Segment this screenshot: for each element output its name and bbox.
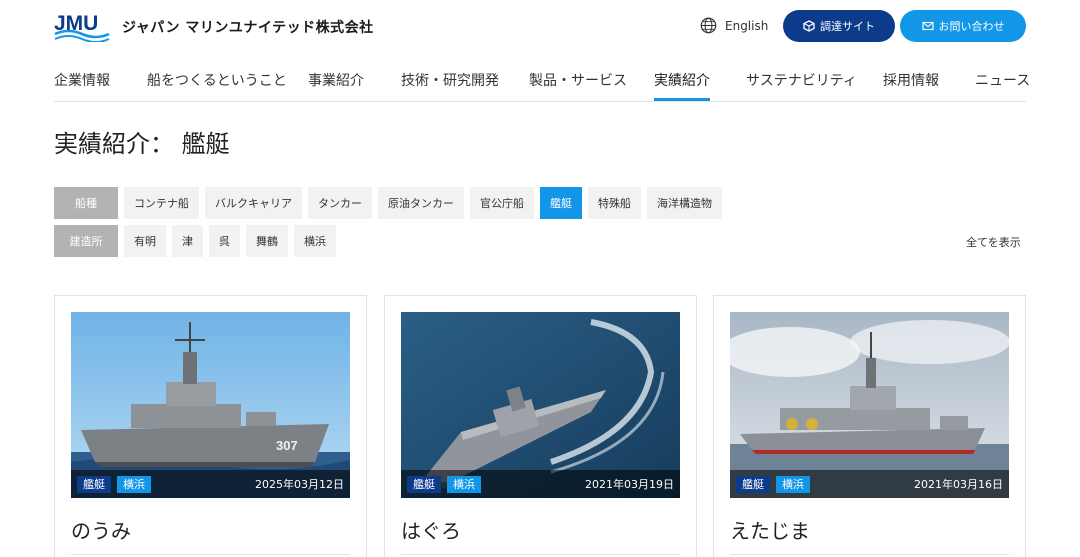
- company-name[interactable]: ジャパン マリンユナイテッド株式会社: [122, 17, 374, 37]
- card-date: 2021年03月19日: [585, 478, 674, 491]
- contact-label: お問い合わせ: [938, 20, 1005, 33]
- ship-name[interactable]: えたじま: [730, 515, 810, 544]
- hull-number: 307: [276, 438, 298, 453]
- nav-item-shipbuilding[interactable]: 船をつくるということ: [147, 70, 287, 90]
- card-divider: [71, 554, 350, 555]
- card-divider: [401, 554, 680, 555]
- mail-icon: [921, 21, 934, 31]
- ship-name[interactable]: はぐろ: [401, 515, 461, 544]
- type-tag: 艦艇: [407, 475, 441, 493]
- filter-special-ship[interactable]: 特殊船: [588, 187, 641, 219]
- nav-item-sustainability[interactable]: サステナビリティ: [746, 70, 857, 90]
- card-divider: [730, 554, 1009, 555]
- filter-government-ship[interactable]: 官公庁船: [470, 187, 534, 219]
- card-meta-bar: 艦艇 横浜 2021年03月16日: [730, 470, 1009, 498]
- yard-tag: 横浜: [117, 475, 151, 493]
- filter-bulk-carrier[interactable]: バルクキャリア: [205, 187, 302, 219]
- card-meta-bar: 艦艇 横浜 2021年03月19日: [401, 470, 680, 498]
- procurement-label: 調達サイト: [820, 20, 875, 33]
- nav-item-news[interactable]: ニュース: [975, 70, 1030, 90]
- nav-item-products[interactable]: 製品・サービス: [529, 70, 627, 90]
- nav-item-business[interactable]: 事業紹介: [308, 70, 364, 90]
- show-all-link[interactable]: 全てを表示: [966, 234, 1021, 250]
- filter-yard-maizuru[interactable]: 舞鶴: [246, 225, 288, 257]
- yard-label: 建造所: [54, 225, 118, 257]
- filter-tanker[interactable]: タンカー: [308, 187, 372, 219]
- site-header: JMU ジャパン マリンユナイテッド株式会社 English 調達サイト お問い…: [0, 0, 1080, 102]
- card-meta-bar: 艦艇 横浜 2025年03月12日: [71, 470, 350, 498]
- global-nav: 企業情報 船をつくるということ 事業紹介 技術・研究開発 製品・サービス 実績紹…: [54, 70, 1030, 102]
- nav-item-company[interactable]: 企業情報: [54, 70, 110, 90]
- archive-card[interactable]: 307 艦艇 横浜 2025年03月12日 のうみ: [54, 295, 367, 557]
- filter-offshore-structure[interactable]: 海洋構造物: [647, 187, 722, 219]
- nav-divider: [54, 101, 1026, 102]
- yard-filter: 建造所 有明 津 呉 舞鶴 横浜: [54, 225, 336, 257]
- archive-card[interactable]: 艦艇 横浜 2021年03月19日 はぐろ: [384, 295, 697, 557]
- box-icon: [803, 20, 815, 32]
- filter-yard-yokohama[interactable]: 横浜: [294, 225, 336, 257]
- ship-name[interactable]: のうみ: [71, 515, 131, 544]
- procurement-site-button[interactable]: 調達サイト: [783, 10, 895, 42]
- yard-tag: 横浜: [447, 475, 481, 493]
- yard-tag: 横浜: [776, 475, 810, 493]
- nav-item-recruit[interactable]: 採用情報: [883, 70, 939, 90]
- ship-photo[interactable]: 307 艦艇 横浜 2025年03月12日: [71, 312, 350, 498]
- filter-crude-tanker[interactable]: 原油タンカー: [378, 187, 464, 219]
- page-title: 実績紹介： 艦艇: [54, 130, 230, 158]
- language-switch[interactable]: English: [700, 17, 768, 34]
- globe-icon: [700, 17, 717, 34]
- ship-photo[interactable]: 艦艇 横浜 2021年03月16日: [730, 312, 1009, 498]
- ship-type-label: 船種: [54, 187, 118, 219]
- filter-container-ship[interactable]: コンテナ船: [124, 187, 199, 219]
- filter-yard-ariake[interactable]: 有明: [124, 225, 166, 257]
- card-date: 2021年03月16日: [914, 478, 1003, 491]
- ship-photo[interactable]: 艦艇 横浜 2021年03月19日: [401, 312, 680, 498]
- jmu-logo[interactable]: JMU: [54, 10, 110, 42]
- ship-type-filter: 船種 コンテナ船 バルクキャリア タンカー 原油タンカー 官公庁船 艦艇 特殊船…: [54, 187, 722, 219]
- type-tag: 艦艇: [736, 475, 770, 493]
- archive-card[interactable]: 艦艇 横浜 2021年03月16日 えたじま: [713, 295, 1026, 557]
- filter-yard-kure[interactable]: 呉: [209, 225, 240, 257]
- nav-item-archives[interactable]: 実績紹介: [654, 70, 710, 90]
- type-tag: 艦艇: [77, 475, 111, 493]
- card-date: 2025年03月12日: [255, 478, 344, 491]
- filter-yard-tsu[interactable]: 津: [172, 225, 203, 257]
- nav-item-technology[interactable]: 技術・研究開発: [401, 70, 499, 90]
- language-label: English: [725, 18, 769, 33]
- contact-button[interactable]: お問い合わせ: [900, 10, 1026, 42]
- filter-naval-ship[interactable]: 艦艇: [540, 187, 582, 219]
